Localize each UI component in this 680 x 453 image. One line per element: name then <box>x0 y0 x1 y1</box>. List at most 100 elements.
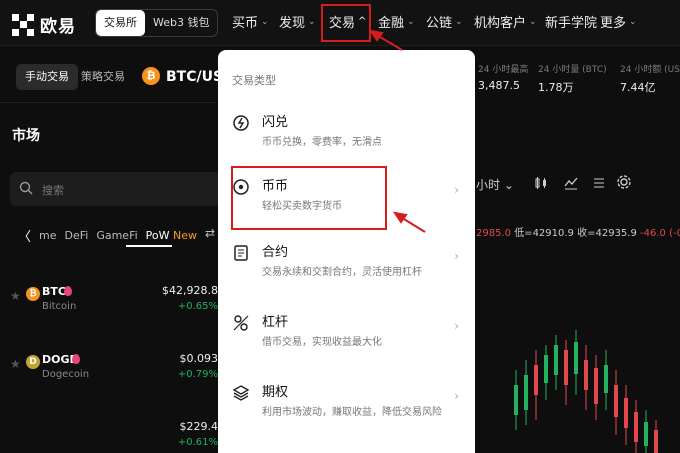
nav-buy-crypto[interactable]: 买币 ⌄ <box>232 12 269 31</box>
chevron-down-icon: ⌄ <box>629 16 637 27</box>
chevron-right-icon: › <box>454 249 459 263</box>
filter-pow[interactable]: PoW New <box>146 229 197 242</box>
stat-value: 7.44亿 <box>620 81 656 94</box>
coin-name: Dogecoin <box>42 369 90 380</box>
coin-price: $0.093 <box>179 352 219 365</box>
coin-change: +0.61% <box>177 437 218 448</box>
chevron-down-icon: ⌄ <box>407 16 415 27</box>
convert-icon <box>233 115 249 131</box>
chevron-down-icon: ⌄ <box>261 16 269 27</box>
ticker-prefix: 2985.0 <box>476 228 511 239</box>
menu-item-desc: 币币兑换，零费率，无滑点 <box>262 137 382 148</box>
stat-label: 24 小时量 (BTC) <box>538 65 607 75</box>
stat-24h-turnover: 24 小时额 (USD) 7.44亿 <box>620 62 680 95</box>
chevron-right-icon: › <box>454 183 459 197</box>
nav-label: 发现 <box>279 16 306 31</box>
chevron-right-icon: › <box>454 319 459 333</box>
nav-more[interactable]: 更多 ⌄ <box>600 12 637 31</box>
stat-24h-volume: 24 小时量 (BTC) 1.78万 <box>538 62 607 95</box>
candlestick-icon[interactable] <box>534 176 548 190</box>
interval-label: 小时 <box>476 178 501 192</box>
nav-label: 公链 <box>426 16 453 31</box>
filter-prev[interactable]: me <box>39 229 56 242</box>
menu-item-title: 合约 <box>262 245 289 260</box>
menu-item-margin[interactable]: 杠杆 借币交易，实现收益最大化 › <box>218 306 475 364</box>
coin-price: $42,928.8 <box>162 284 218 297</box>
trade-nav-highlight-box <box>321 4 371 42</box>
exchange-mode-button[interactable]: 交易所 <box>96 10 145 36</box>
chevron-left-icon[interactable]: 〈 <box>18 226 31 245</box>
layers-icon <box>232 385 250 401</box>
hot-drop-icon <box>64 286 72 296</box>
ohlc-ticker: 2985.0 低=42910.9 收=42935.9 -46.0 (-0.11% <box>476 224 680 239</box>
list-item[interactable]: ★ ₿ BTC Bitcoin $42,928.8 +0.65% <box>0 282 220 322</box>
nav-label: 机构客户 <box>474 16 527 31</box>
brand-logo[interactable]: 欧易 <box>12 12 76 37</box>
dropdown-caption: 交易类型 <box>232 74 276 87</box>
okx-logo-icon <box>12 13 34 36</box>
nav-academy[interactable]: 新手学院 <box>545 12 597 31</box>
nav-label: 买币 <box>232 16 259 31</box>
list-item[interactable]: $229.4 +0.61% <box>0 418 220 453</box>
chevron-right-icon: › <box>454 389 459 403</box>
contract-icon <box>234 245 248 261</box>
stat-value: 1.78万 <box>538 81 574 94</box>
menu-item-title: 杠杆 <box>262 315 289 330</box>
layout-icon[interactable] <box>592 176 606 190</box>
coin-price: $229.4 <box>179 420 219 433</box>
coin-name: Bitcoin <box>42 301 77 312</box>
divider <box>0 102 216 103</box>
swap-icon[interactable]: ⇄ <box>205 226 215 240</box>
chevron-down-icon: ⌄ <box>308 16 316 27</box>
menu-item-title: 闪兑 <box>262 115 289 130</box>
search-placeholder: 搜索 <box>42 184 64 197</box>
ticker-change: -46.0 (-0.11% <box>640 228 680 239</box>
ticker-low: 低=42910.9 <box>514 228 574 239</box>
ticker-close: 收=42935.9 <box>577 228 637 239</box>
filter-pow-label: PoW <box>145 229 170 242</box>
menu-item-desc: 交易永续和交割合约，灵活使用杠杆 <box>262 267 422 278</box>
gear-icon[interactable] <box>616 174 632 190</box>
nav-institutional[interactable]: 机构客户 ⌄ <box>474 12 537 31</box>
nav-label: 更多 <box>600 16 627 31</box>
interval-selector[interactable]: 小时 ⌄ <box>476 176 514 193</box>
market-search-input[interactable]: 搜索 <box>10 172 220 206</box>
indicator-icon[interactable] <box>564 176 578 190</box>
market-title: 市场 <box>12 128 40 144</box>
menu-item-desc: 利用市场波动，赚取收益，降低交易风险 <box>262 407 442 418</box>
star-icon[interactable]: ★ <box>10 289 21 303</box>
candlestick-chart[interactable] <box>476 250 680 453</box>
dogecoin-icon: D <box>26 355 40 369</box>
spot-highlight-box <box>231 166 387 230</box>
stat-24h-high: 24 小时最高 3,487.5 <box>478 62 528 92</box>
market-category-filters: 〈 me DeFi GameFi PoW New <box>18 226 197 245</box>
filter-defi[interactable]: DeFi <box>65 229 89 242</box>
menu-item-title: 期权 <box>262 385 289 400</box>
chevron-down-icon: ⌄ <box>455 16 463 27</box>
menu-item-desc: 借币交易，实现收益最大化 <box>262 337 382 348</box>
coin-change: +0.65% <box>177 301 218 312</box>
menu-item-convert[interactable]: 闪兑 币币兑换，零费率，无滑点 <box>218 106 475 164</box>
nav-discover[interactable]: 发现 ⌄ <box>279 12 316 31</box>
stat-label: 24 小时额 (USD) <box>620 65 680 75</box>
nav-finance[interactable]: 金融 ⌄ <box>378 12 415 31</box>
nav-chain[interactable]: 公链 ⌄ <box>426 12 463 31</box>
new-badge: New <box>173 229 198 242</box>
bitcoin-icon: ₿ <box>26 287 40 301</box>
tab-strategy-trading[interactable]: 策略交易 <box>72 64 134 90</box>
active-filter-underline <box>126 245 172 247</box>
brand-name: 欧易 <box>40 17 76 37</box>
list-item[interactable]: ★ D DOGE Dogecoin $0.093 +0.79% <box>0 350 220 390</box>
star-icon[interactable]: ★ <box>10 357 21 371</box>
web3-wallet-mode-button[interactable]: Web3 钱包 <box>145 10 217 36</box>
nav-label: 新手学院 <box>545 16 598 31</box>
menu-item-futures[interactable]: 合约 交易永续和交割合约，灵活使用杠杆 › <box>218 236 475 294</box>
menu-item-options[interactable]: 期权 利用市场波动，赚取收益，降低交易风险 › <box>218 376 475 434</box>
filter-gamefi[interactable]: GameFi <box>96 229 137 242</box>
chevron-down-icon: ⌄ <box>529 16 537 27</box>
coin-change: +0.79% <box>177 369 218 380</box>
tab-manual-trading[interactable]: 手动交易 <box>16 64 78 90</box>
stat-value: 3,487.5 <box>478 79 520 92</box>
hot-drop-icon <box>72 354 80 364</box>
search-icon <box>19 181 33 195</box>
